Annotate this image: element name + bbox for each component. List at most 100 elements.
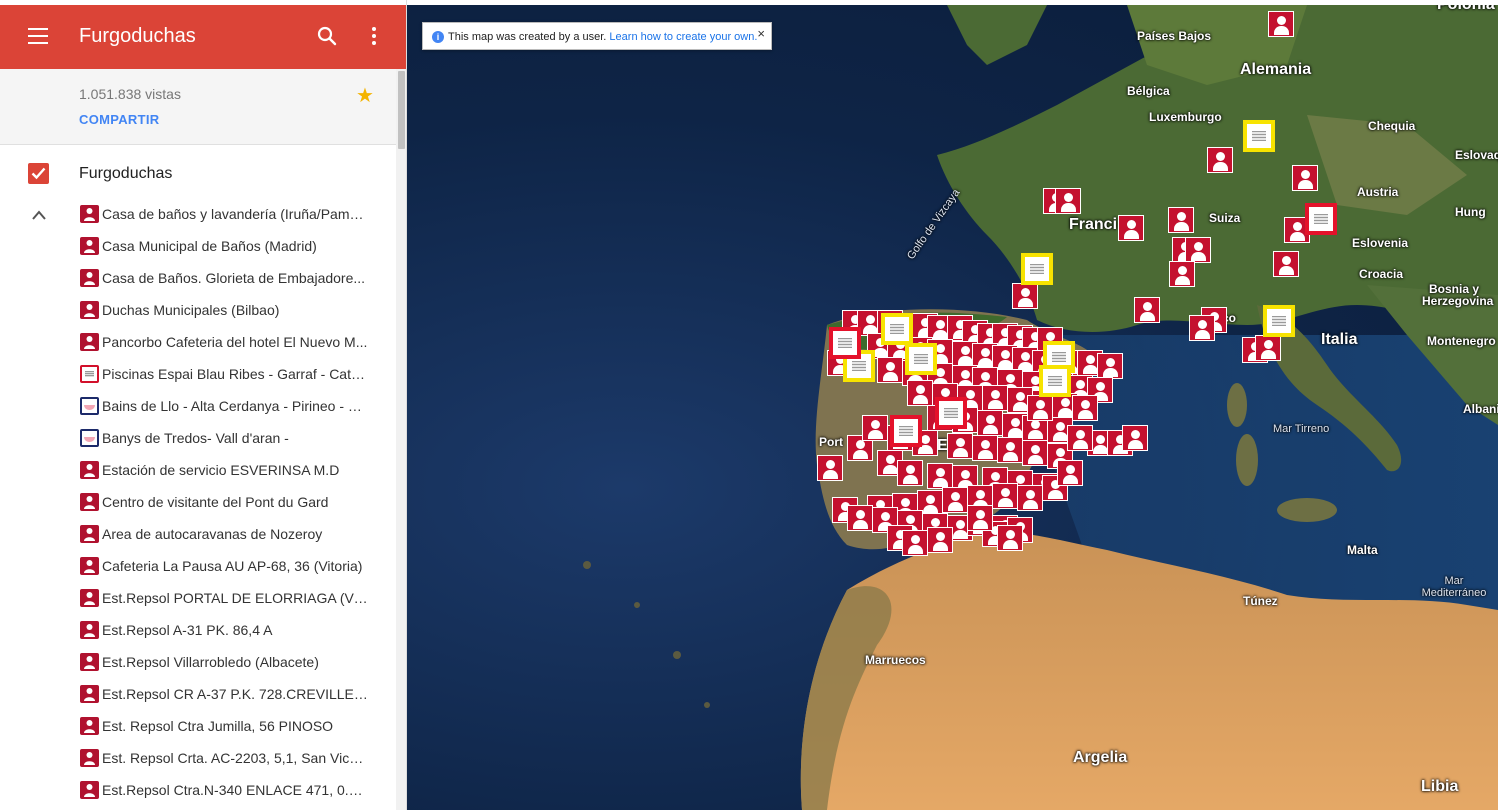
shower-person-icon <box>80 589 99 607</box>
shower-marker[interactable] <box>1168 207 1194 233</box>
list-item[interactable]: Est.Repsol PORTAL DE ELORRIAGA (Vito... <box>0 582 396 614</box>
shower-marker[interactable] <box>927 527 953 553</box>
pool-marker[interactable] <box>890 415 922 447</box>
pool-marker[interactable] <box>1305 203 1337 235</box>
shower-marker[interactable] <box>1134 297 1160 323</box>
star-icon[interactable]: ★ <box>356 83 374 108</box>
map-label: Libia <box>1421 778 1459 795</box>
list-item[interactable]: Est.Repsol Villarrobledo (Albacete) <box>0 646 396 678</box>
shower-marker[interactable] <box>997 525 1023 551</box>
shower-marker[interactable] <box>977 410 1003 436</box>
pool-marker[interactable] <box>1021 253 1053 285</box>
shower-person-icon <box>80 333 99 351</box>
shower-marker[interactable] <box>947 433 973 459</box>
list-item[interactable]: Cafeteria La Pausa AU AP-68, 36 (Vitoria… <box>0 550 396 582</box>
more-options-icon[interactable] <box>363 25 385 47</box>
list-item[interactable]: Duchas Municipales (Bilbao) <box>0 294 396 326</box>
shower-marker[interactable] <box>1057 460 1083 486</box>
list-item[interactable]: Est.Repsol A-31 PK. 86,4 A <box>0 614 396 646</box>
place-name: Area de autocaravanas de Nozeroy <box>102 526 323 542</box>
close-icon[interactable]: × <box>757 26 765 41</box>
shower-marker[interactable] <box>1292 165 1318 191</box>
shower-marker[interactable] <box>927 463 953 489</box>
shower-marker[interactable] <box>1255 335 1281 361</box>
shower-marker[interactable] <box>1097 353 1123 379</box>
shower-marker[interactable] <box>1067 425 1093 451</box>
map-label: Port <box>819 435 843 449</box>
list-item[interactable]: Centro de visitante del Pont du Gard <box>0 486 396 518</box>
shower-marker[interactable] <box>1122 425 1148 451</box>
pool-marker[interactable] <box>829 327 861 359</box>
places-list: Casa de baños y lavandería (Iruña/Pamp..… <box>0 198 396 806</box>
list-item[interactable]: Piscinas Espai Blau Ribes - Garraf - Cat… <box>0 358 396 390</box>
map-label: Bélgica <box>1127 84 1170 98</box>
list-item[interactable]: Casa de baños y lavandería (Iruña/Pamp..… <box>0 198 396 230</box>
place-name: Centro de visitante del Pont du Gard <box>102 494 329 510</box>
shower-person-icon <box>80 749 99 767</box>
list-item[interactable]: Est.Repsol CR A-37 P.K. 728.CREVILLEN... <box>0 678 396 710</box>
map-label: Argelia <box>1073 749 1128 766</box>
shower-marker[interactable] <box>1027 395 1053 421</box>
shower-marker[interactable] <box>942 487 968 513</box>
list-item[interactable]: Area de autocaravanas de Nozeroy <box>0 518 396 550</box>
shower-marker[interactable] <box>1072 395 1098 421</box>
place-name: Est.Repsol PORTAL DE ELORRIAGA (Vito... <box>102 590 368 606</box>
list-item[interactable]: Casa Municipal de Baños (Madrid) <box>0 230 396 262</box>
list-item[interactable]: Pancorbo Cafeteria del hotel El Nuevo M.… <box>0 326 396 358</box>
shower-marker[interactable] <box>1017 485 1043 511</box>
list-item[interactable]: Est. Repsol Crta. AC-2203, 5,1, San Vice… <box>0 742 396 774</box>
map-label: Mar Mediterráneo <box>1421 575 1487 599</box>
pool-marker[interactable] <box>1039 365 1071 397</box>
satellite-map[interactable]: i This map was created by a user. Learn … <box>407 5 1498 810</box>
shower-marker[interactable] <box>982 385 1008 411</box>
map-label: Malta <box>1347 543 1378 557</box>
shower-marker[interactable] <box>967 505 993 531</box>
learn-more-link[interactable]: Learn how to create your own. <box>609 31 757 43</box>
place-name: Duchas Municipales (Bilbao) <box>102 302 280 318</box>
pool-marker[interactable] <box>935 397 967 429</box>
hot-spring-icon <box>80 397 99 415</box>
scrollbar-thumb[interactable] <box>398 71 405 149</box>
shower-person-icon <box>80 781 99 799</box>
shower-marker[interactable] <box>997 437 1023 463</box>
shower-marker[interactable] <box>1012 283 1038 309</box>
pool-marker[interactable] <box>1263 305 1295 337</box>
menu-icon[interactable] <box>28 28 48 44</box>
pool-marker[interactable] <box>881 313 913 345</box>
shower-marker[interactable] <box>1207 147 1233 173</box>
shower-person-icon <box>80 557 99 575</box>
shower-marker[interactable] <box>1118 215 1144 241</box>
shower-marker[interactable] <box>992 483 1018 509</box>
list-item[interactable]: Estación de servicio ESVERINSA M.D <box>0 454 396 486</box>
shower-marker[interactable] <box>1273 251 1299 277</box>
share-button[interactable]: COMPARTIR <box>79 112 159 127</box>
layer-checkbox[interactable] <box>28 163 49 184</box>
list-item[interactable]: Bains de Llo - Alta Cerdanya - Pirineo -… <box>0 390 396 422</box>
map-label: Eslovenia <box>1352 236 1409 250</box>
shower-person-icon <box>80 301 99 319</box>
shower-marker[interactable] <box>877 357 903 383</box>
shower-marker[interactable] <box>862 415 888 441</box>
list-item[interactable]: Casa de Baños. Glorieta de Embajadore... <box>0 262 396 294</box>
place-name: Est. Repsol Ctra Jumilla, 56 PINOSO <box>102 718 334 734</box>
shower-marker[interactable] <box>1185 237 1211 263</box>
shower-marker[interactable] <box>897 460 923 486</box>
map-label: Montenegro <box>1427 334 1496 348</box>
shower-marker[interactable] <box>972 435 998 461</box>
shower-marker[interactable] <box>1022 440 1048 466</box>
list-item[interactable]: Est.Repsol Ctra.N-340 ENLACE 471, 0.1 ,.… <box>0 774 396 806</box>
scrollbar[interactable] <box>396 69 406 810</box>
shower-marker[interactable] <box>902 530 928 556</box>
shower-marker[interactable] <box>817 455 843 481</box>
pool-marker[interactable] <box>1243 120 1275 152</box>
shower-marker[interactable] <box>1169 261 1195 287</box>
shower-marker[interactable] <box>1268 11 1294 37</box>
pool-marker[interactable] <box>905 343 937 375</box>
shower-marker[interactable] <box>1055 188 1081 214</box>
shower-marker[interactable] <box>907 380 933 406</box>
shower-marker[interactable] <box>1189 315 1215 341</box>
list-item[interactable]: Est. Repsol Ctra Jumilla, 56 PINOSO <box>0 710 396 742</box>
shower-marker[interactable] <box>847 505 873 531</box>
list-item[interactable]: Banys de Tredos- Vall d'aran - <box>0 422 396 454</box>
search-icon[interactable] <box>316 25 338 47</box>
